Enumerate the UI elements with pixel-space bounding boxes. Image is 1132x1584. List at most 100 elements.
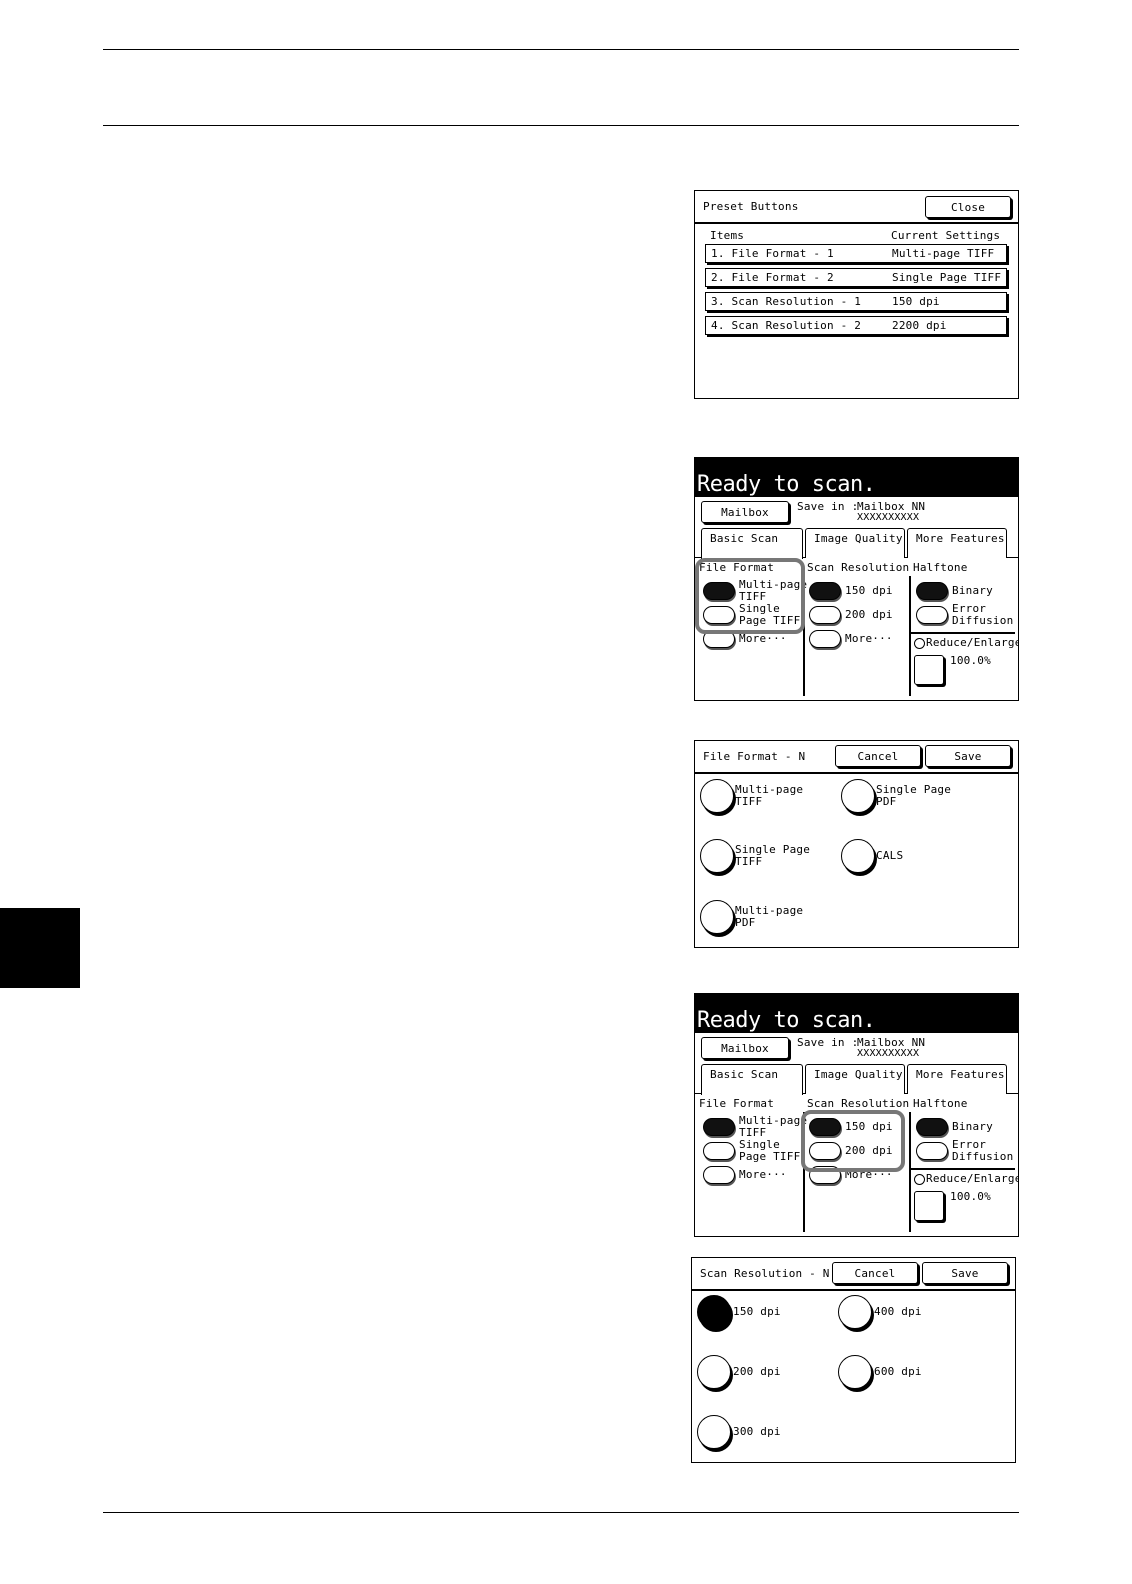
preset-row-item: 1. File Format - 1 (711, 247, 834, 260)
preset-row[interactable]: 2. File Format - 2 Single Page TIFF (705, 268, 1007, 287)
res-400-radio[interactable] (838, 1295, 872, 1329)
ff-cals-radio[interactable] (841, 839, 875, 873)
ff-more-label: More··· (739, 1168, 787, 1181)
ff-option-label: Page TIFF (739, 1150, 801, 1163)
ready-to-scan-screen-2: Ready to scan. Mailbox Save in : Mailbox… (694, 993, 1019, 1237)
preset-row-item: 2. File Format - 2 (711, 271, 834, 284)
ff-multipage-tiff-radio[interactable] (700, 779, 734, 813)
radio-label: 300 dpi (733, 1425, 781, 1438)
cancel-button[interactable]: Cancel (835, 745, 921, 767)
preset-divider (695, 222, 1018, 224)
tab-basic-scan[interactable]: Basic Scan (701, 528, 803, 559)
highlight-scan-resolution (801, 1110, 905, 1172)
save-button[interactable]: Save (925, 745, 1011, 767)
header-rule-bottom (103, 125, 1019, 126)
ht-error-diffusion-toggle[interactable] (916, 606, 948, 624)
cancel-button[interactable]: Cancel (832, 1262, 918, 1284)
res-600-radio[interactable] (838, 1355, 872, 1389)
radio-label: 150 dpi (733, 1305, 781, 1318)
preset-row[interactable]: 4. Scan Resolution - 2 2200 dpi (705, 316, 1007, 335)
reduce-enlarge-value: 100.0% (950, 1190, 991, 1203)
save-in-id: XXXXXXXXXX (857, 1048, 920, 1059)
ff-single-pdf-radio[interactable] (841, 779, 875, 813)
ff-multipage-pdf-radio[interactable] (700, 900, 734, 934)
tab-bar: Basic Scan Image Quality More Features (695, 528, 1018, 559)
tab-image-quality[interactable]: Image Quality (805, 528, 905, 558)
column-divider (909, 576, 911, 696)
ff-more-button[interactable] (703, 1166, 735, 1184)
res-200-radio[interactable] (697, 1355, 731, 1389)
chapter-tab-marker (0, 908, 80, 988)
scan-resolution-title: Scan Resolution (807, 1097, 910, 1110)
res-option-label: 150 dpi (845, 584, 893, 597)
dialog-divider (692, 1289, 1015, 1291)
radio-label: 200 dpi (733, 1365, 781, 1378)
radio-label: CALS (876, 849, 904, 862)
highlight-file-format (695, 558, 805, 634)
ready-to-scan-screen-1: Ready to scan. Mailbox Save in : Mailbox… (694, 457, 1019, 701)
ht-binary-toggle[interactable] (916, 582, 948, 600)
res-200-toggle[interactable] (809, 606, 841, 624)
preset-row-item: 3. Scan Resolution - 1 (711, 295, 862, 308)
reduce-enlarge-label: Reduce/Enlarge (926, 1172, 1019, 1185)
preset-row[interactable]: 3. Scan Resolution - 1 150 dpi (705, 292, 1007, 311)
reduce-enlarge-value: 100.0% (950, 654, 991, 667)
reduce-enlarge-button[interactable] (914, 1191, 944, 1221)
ht-option-label: Binary (952, 584, 993, 597)
preset-row-value: 150 dpi (892, 295, 940, 308)
mailbox-button[interactable]: Mailbox (701, 501, 789, 523)
col-header-current: Current Settings (891, 229, 1001, 242)
footer-rule (103, 1512, 1019, 1513)
ff-single-tiff-radio[interactable] (700, 839, 734, 873)
res-option-label: 200 dpi (845, 608, 893, 621)
save-button[interactable]: Save (922, 1262, 1008, 1284)
preset-buttons-screen: Preset Buttons Close Items Current Setti… (694, 190, 1019, 399)
file-format-dialog: File Format - N Cancel Save Multi-page T… (694, 740, 1019, 948)
halftone-divider (911, 1168, 1015, 1170)
file-format-title: File Format (699, 1097, 775, 1110)
mailbox-button[interactable]: Mailbox (701, 1037, 789, 1059)
radio-label: TIFF (735, 795, 763, 808)
dialog-divider (695, 772, 1018, 774)
tab-bar: Basic Scan Image Quality More Features (695, 1064, 1018, 1095)
radio-label: PDF (735, 916, 756, 929)
res-more-label: More··· (845, 632, 893, 645)
preset-row[interactable]: 1. File Format - 1 Multi-page TIFF (705, 244, 1007, 263)
dialog-title: File Format - N (703, 750, 806, 763)
ht-option-label: Diffusion (952, 614, 1014, 627)
ht-option-label: Diffusion (952, 1150, 1014, 1163)
radio-label: 600 dpi (874, 1365, 922, 1378)
save-in-label: Save in : (797, 1036, 859, 1049)
tab-image-quality[interactable]: Image Quality (805, 1064, 905, 1094)
res-150-radio[interactable] (697, 1295, 731, 1329)
screen-title: Ready to scan. (695, 994, 1018, 1033)
res-300-radio[interactable] (697, 1415, 731, 1449)
scan-resolution-title: Scan Resolution (807, 561, 910, 574)
reduce-enlarge-radio-icon[interactable] (914, 638, 925, 649)
ht-error-diffusion-toggle[interactable] (916, 1142, 948, 1160)
preset-title: Preset Buttons (703, 200, 799, 213)
halftone-divider (911, 632, 1015, 634)
res-150-toggle[interactable] (809, 582, 841, 600)
save-in-label: Save in : (797, 500, 859, 513)
preset-row-value: Multi-page TIFF (892, 247, 995, 260)
res-more-button[interactable] (809, 630, 841, 648)
screen-title: Ready to scan. (695, 458, 1018, 497)
halftone-title: Halftone (913, 1097, 968, 1110)
halftone-title: Halftone (913, 561, 968, 574)
reduce-enlarge-button[interactable] (914, 655, 944, 685)
close-button[interactable]: Close (925, 196, 1011, 218)
preset-row-item: 4. Scan Resolution - 2 (711, 319, 862, 332)
tab-basic-scan[interactable]: Basic Scan (701, 1064, 803, 1095)
ff-single-tiff-toggle[interactable] (703, 1142, 735, 1160)
radio-label: PDF (876, 795, 897, 808)
scan-resolution-dialog: Scan Resolution - N Cancel Save 150 dpi … (691, 1257, 1016, 1463)
reduce-enlarge-radio-icon[interactable] (914, 1174, 925, 1185)
ht-binary-toggle[interactable] (916, 1118, 948, 1136)
tab-more-features[interactable]: More Features (907, 1064, 1007, 1094)
col-header-items: Items (710, 229, 745, 242)
ff-multipage-tiff-toggle[interactable] (703, 1118, 735, 1136)
radio-label: TIFF (735, 855, 763, 868)
tab-more-features[interactable]: More Features (907, 528, 1007, 558)
radio-label: 400 dpi (874, 1305, 922, 1318)
